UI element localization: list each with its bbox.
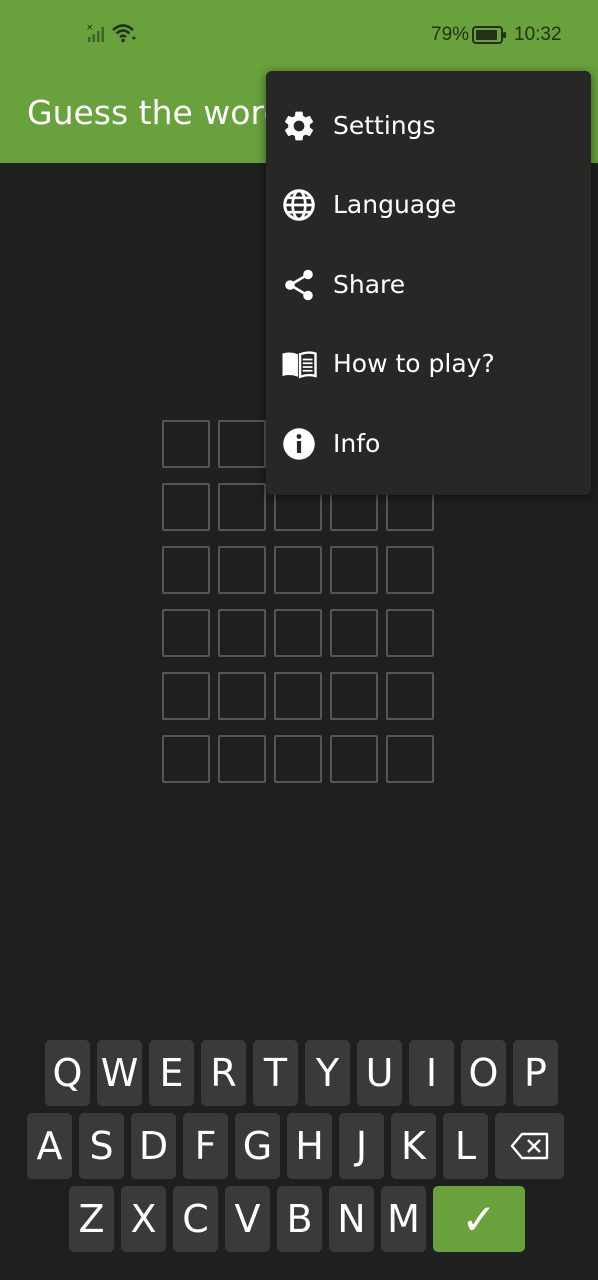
- menu-item-label: How to play?: [333, 349, 495, 378]
- key-u[interactable]: U: [357, 1040, 402, 1106]
- status-time: 10:32: [514, 24, 562, 45]
- grid-cell: [218, 672, 266, 720]
- grid-cell: [330, 672, 378, 720]
- key-a[interactable]: A: [27, 1113, 72, 1179]
- menu-item-language[interactable]: Language: [266, 165, 591, 244]
- key-t[interactable]: T: [253, 1040, 298, 1106]
- key-p[interactable]: P: [513, 1040, 558, 1106]
- gear-icon: [284, 111, 314, 140]
- key-n[interactable]: N: [329, 1186, 374, 1252]
- backspace-icon: [510, 1132, 548, 1160]
- key-m[interactable]: M: [381, 1186, 426, 1252]
- key-e[interactable]: E: [149, 1040, 194, 1106]
- menu-item-label: Language: [333, 190, 457, 219]
- menu-item-how-to-play[interactable]: How to play?: [266, 324, 591, 403]
- key-o[interactable]: O: [461, 1040, 506, 1106]
- keyboard-row-2: ASDFGHJKL: [27, 1113, 564, 1179]
- grid-cell: [274, 609, 322, 657]
- grid-cell: [162, 735, 210, 783]
- key-i[interactable]: I: [409, 1040, 454, 1106]
- grid-cell: [162, 672, 210, 720]
- app-title: Guess the word: [27, 93, 285, 132]
- grid-cell: [218, 546, 266, 594]
- menu-item-label: Share: [333, 270, 406, 299]
- grid-cell: [386, 735, 434, 783]
- key-v[interactable]: V: [225, 1186, 270, 1252]
- menu-item-label: Settings: [333, 111, 436, 140]
- grid-cell: [386, 609, 434, 657]
- grid-cell: [162, 546, 210, 594]
- grid-cell: [162, 420, 210, 468]
- key-j[interactable]: J: [339, 1113, 384, 1179]
- grid-cell: [330, 609, 378, 657]
- key-l[interactable]: L: [443, 1113, 488, 1179]
- status-bar: × 79% 10:32: [0, 0, 598, 70]
- key-b[interactable]: B: [277, 1186, 322, 1252]
- grid-cell: [218, 609, 266, 657]
- enter-key[interactable]: ✓: [433, 1186, 525, 1252]
- overflow-menu: Settings Language Share How to play? Inf…: [266, 71, 591, 495]
- grid-cell: [218, 483, 266, 531]
- menu-item-share[interactable]: Share: [266, 245, 591, 324]
- signal-icon: ×: [86, 23, 104, 42]
- key-w[interactable]: W: [97, 1040, 142, 1106]
- backspace-key[interactable]: [495, 1113, 564, 1179]
- grid-cell: [386, 546, 434, 594]
- svg-text:×: ×: [86, 23, 94, 33]
- grid-cell: [274, 735, 322, 783]
- battery-percent: 79%: [431, 24, 470, 45]
- info-icon: [283, 427, 315, 460]
- share-icon: [285, 269, 313, 300]
- battery-icon: [472, 26, 506, 44]
- key-h[interactable]: H: [287, 1113, 332, 1179]
- menu-item-info[interactable]: Info: [266, 404, 591, 483]
- globe-icon: [283, 188, 315, 221]
- grid-cell: [274, 546, 322, 594]
- grid-cell: [386, 672, 434, 720]
- key-y[interactable]: Y: [305, 1040, 350, 1106]
- grid-cell: [162, 483, 210, 531]
- wifi-icon: [112, 24, 136, 43]
- key-x[interactable]: X: [121, 1186, 166, 1252]
- key-d[interactable]: D: [131, 1113, 176, 1179]
- grid-cell: [162, 609, 210, 657]
- key-c[interactable]: C: [173, 1186, 218, 1252]
- keyboard-row-3: Z X C V B N M ✓: [69, 1186, 525, 1252]
- key-k[interactable]: K: [391, 1113, 436, 1179]
- grid-cell: [330, 546, 378, 594]
- menu-item-label: Info: [333, 429, 381, 458]
- key-g[interactable]: G: [235, 1113, 280, 1179]
- grid-cell: [330, 735, 378, 783]
- grid-cell: [218, 735, 266, 783]
- grid-cell: [218, 420, 266, 468]
- keyboard-row-1: QWERTYUIOP: [45, 1040, 558, 1106]
- grid-cell: [274, 672, 322, 720]
- key-r[interactable]: R: [201, 1040, 246, 1106]
- key-s[interactable]: S: [79, 1113, 124, 1179]
- key-z[interactable]: Z: [69, 1186, 114, 1252]
- key-f[interactable]: F: [183, 1113, 228, 1179]
- book-icon: [282, 350, 317, 378]
- menu-item-settings[interactable]: Settings: [266, 86, 591, 165]
- key-q[interactable]: Q: [45, 1040, 90, 1106]
